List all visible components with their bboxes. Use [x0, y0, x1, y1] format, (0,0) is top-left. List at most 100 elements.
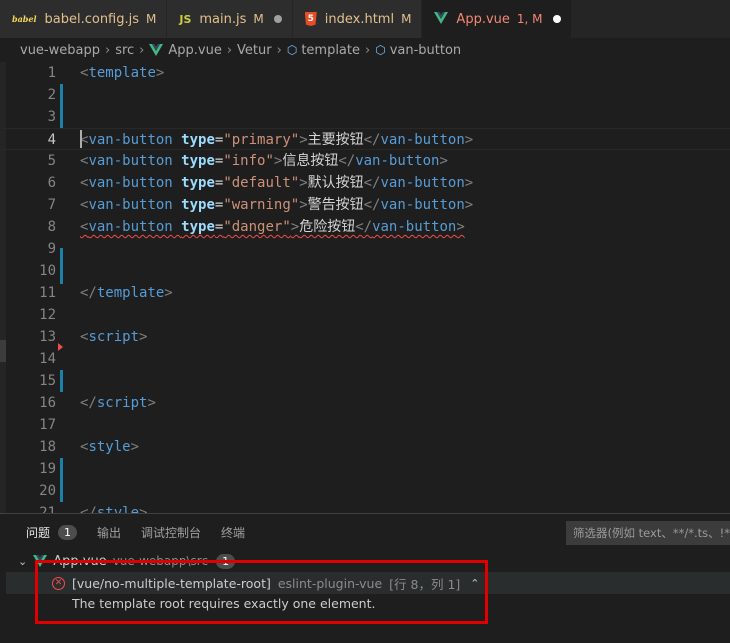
code-token: 危险按钮: [299, 219, 356, 235]
code-token: >: [439, 153, 448, 169]
tab-label: 调试控制台: [141, 525, 202, 540]
code-token: </: [80, 505, 97, 513]
breadcrumb-item[interactable]: van-button: [390, 43, 461, 58]
code-line[interactable]: 16 </script>: [0, 392, 730, 414]
code-token: 默认按钮: [307, 175, 364, 191]
line-number: 3: [47, 109, 56, 125]
vue-file-icon: [149, 44, 164, 56]
problem-file-group[interactable]: ⌄ App.vue vue-webapp\src 1: [6, 550, 730, 572]
chevron-down-icon[interactable]: ⌄: [18, 555, 27, 568]
breadcrumb-item[interactable]: App.vue: [168, 43, 221, 58]
tab-babel-config[interactable]: babel babel.config.js M: [0, 0, 168, 38]
code-line[interactable]: 3: [0, 106, 730, 128]
code-token: "warning": [223, 197, 300, 213]
problem-description: The template root requires exactly one e…: [72, 596, 376, 611]
code-line[interactable]: 10: [0, 260, 730, 282]
tab-label: main.js: [199, 11, 247, 27]
code-line[interactable]: 12: [0, 304, 730, 326]
code-line[interactable]: 21 </style>: [0, 502, 730, 513]
code-line[interactable]: 13 <script>: [0, 326, 730, 348]
tab-problems[interactable]: 问题 1: [26, 514, 78, 550]
code-token: >: [290, 219, 300, 235]
tab-main-js[interactable]: JS main.js M: [167, 0, 293, 38]
code-token: van-button: [88, 132, 173, 148]
vue-file-icon: [33, 555, 48, 567]
breadcrumb-item[interactable]: src: [115, 43, 134, 58]
code-text: <van-button type="warning">警告按钮</van-but…: [80, 194, 473, 216]
code-token: van-button: [88, 197, 173, 213]
code-line[interactable]: 7 <van-button type="warning">警告按钮</van-bu…: [0, 194, 730, 216]
filter-input[interactable]: 筛选器(例如 text、**/*.ts、!**/: [566, 521, 730, 545]
code-line[interactable]: 17: [0, 414, 730, 436]
code-editor[interactable]: 1 <template> 2 3 4 <van-button type="primary"…: [0, 62, 730, 513]
code-token: 信息按钮: [282, 153, 339, 169]
problem-position: [行 8，列 1]: [389, 576, 461, 592]
line-number: 16: [39, 395, 56, 411]
code-token: >: [299, 175, 308, 191]
git-status-badge: 1, M: [516, 12, 543, 26]
chevron-up-icon[interactable]: ⌃: [470, 577, 479, 590]
line-number: 20: [39, 483, 56, 499]
code-token: style: [96, 505, 140, 513]
code-token: "primary": [223, 132, 300, 148]
tab-terminal[interactable]: 终端: [221, 514, 245, 550]
line-number: 13: [39, 329, 56, 345]
code-line[interactable]: 14: [0, 348, 730, 370]
code-text: </script>: [80, 392, 156, 414]
tab-label: 终端: [221, 525, 246, 540]
code-line[interactable]: 2: [0, 84, 730, 106]
git-status-badge: M: [146, 12, 157, 26]
code-line[interactable]: 9: [0, 238, 730, 260]
code-token: van-button: [88, 175, 173, 191]
code-line[interactable]: 20: [0, 480, 730, 502]
code-token: style: [88, 439, 131, 455]
code-line[interactable]: 6 <van-button type="default">默认按钮</van-bu…: [0, 172, 730, 194]
line-number: 10: [39, 263, 56, 279]
code-token: van-button: [355, 153, 440, 169]
line-number: 1: [47, 65, 56, 81]
tab-label: babel.config.js: [44, 11, 140, 27]
code-token: type: [181, 175, 215, 191]
code-text: <style>: [80, 436, 139, 458]
code-line[interactable]: 4 <van-button type="primary">主要按钮</van-bu…: [0, 128, 730, 150]
tab-app-vue[interactable]: App.vue 1, M: [422, 0, 572, 38]
tab-debug-console[interactable]: 调试控制台: [141, 514, 201, 550]
code-line[interactable]: 18 <style>: [0, 436, 730, 458]
breadcrumb-item[interactable]: Vetur: [237, 43, 272, 58]
error-icon: ✕: [52, 576, 65, 590]
breadcrumb-item[interactable]: vue-webapp: [20, 43, 100, 58]
code-text: <van-button type="danger">危险按钮</van-butt…: [80, 216, 465, 238]
code-token: script: [88, 329, 140, 345]
line-number: 5: [47, 153, 56, 169]
code-token: </: [80, 395, 97, 411]
code-token: van-button: [380, 175, 465, 191]
breadcrumb: vue-webapp › src › App.vue › Vetur › ⬡ t…: [0, 38, 730, 62]
breadcrumb-item[interactable]: template: [301, 43, 360, 58]
problem-source: eslint-plugin-vue: [277, 575, 383, 591]
tab-index-html[interactable]: 5 index.html M: [292, 0, 423, 38]
chevron-right-icon: ›: [365, 42, 371, 58]
tab-output[interactable]: 输出: [97, 514, 121, 550]
code-token: </: [338, 153, 356, 169]
problem-rule: [vue/no-multiple-template-root]: [72, 575, 271, 591]
unsaved-dot-icon[interactable]: [273, 15, 282, 23]
code-token: >: [464, 175, 474, 191]
code-line[interactable]: 1 <template>: [0, 62, 730, 84]
code-line[interactable]: 19: [0, 458, 730, 480]
code-token: </: [363, 197, 381, 213]
problems-panel: 问题 1 输出 调试控制台 终端 筛选器(例如 text、**/*.ts、!**…: [0, 513, 730, 643]
code-token: "danger": [223, 219, 291, 235]
code-line[interactable]: 5 <van-button type="info">信息按钮</van-butto…: [0, 150, 730, 172]
code-line[interactable]: 11 </template>: [0, 282, 730, 304]
problem-file-name: App.vue: [53, 553, 107, 569]
code-line[interactable]: 8 <van-button type="danger">危险按钮</van-but…: [0, 216, 730, 238]
code-token: van-button: [88, 219, 173, 235]
code-line[interactable]: 15: [0, 370, 730, 392]
problem-item[interactable]: ✕ [vue/no-multiple-template-root] eslint…: [6, 572, 730, 594]
git-status-badge: M: [253, 12, 264, 26]
code-token: >: [456, 219, 465, 235]
unsaved-dot-icon[interactable]: [552, 15, 561, 23]
